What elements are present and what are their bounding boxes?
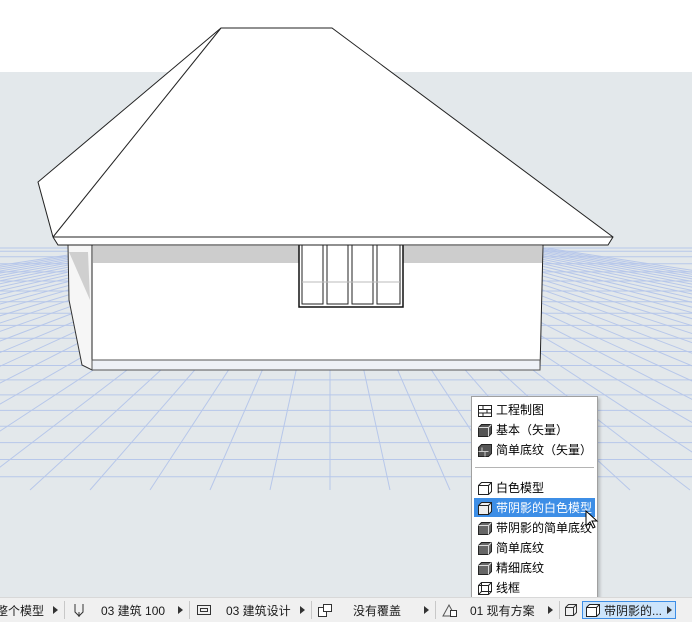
white-model-icon [477, 480, 493, 496]
menu-item-label: 简单底纹（矢量） [496, 443, 593, 457]
renovation-filter-selector[interactable]: 01 现有方案 [436, 598, 559, 622]
graphic-override-selector[interactable]: 没有覆盖 [312, 598, 435, 622]
simple-hatch-icon [477, 540, 493, 556]
3d-view-toggle[interactable] [560, 598, 582, 622]
drafting-brick-icon [477, 402, 493, 418]
layer-combination-icon [196, 602, 212, 618]
window [298, 243, 404, 308]
menu-item-white-model[interactable]: 白色模型 [474, 478, 595, 497]
graphic-override-label: 没有覆盖 [353, 603, 402, 618]
renovation-filter-label: 01 现有方案 [470, 603, 535, 618]
menu-item-shaded-white-model[interactable]: 带阴影的白色模型 [474, 498, 595, 517]
menu-separator [475, 467, 594, 468]
cube-outline-icon [563, 602, 579, 618]
scale-icon [71, 602, 87, 618]
status-bar: 整个模型 03 建筑 100 03 建筑设计 没有覆盖 01 现有方案 带阴影的… [0, 597, 692, 622]
model-filter-label: 整个模型 [0, 603, 45, 618]
simple-hatch-vector-icon [477, 442, 493, 458]
model-filter-selector[interactable]: 整个模型 [0, 598, 64, 622]
shaded-white-model-icon [585, 602, 601, 618]
menu-item-label: 简单底纹 [496, 541, 545, 555]
mouse-cursor-icon [585, 510, 599, 529]
shaded-white-model-icon [477, 500, 493, 516]
scale-selector[interactable]: 03 建筑 100 [65, 598, 189, 622]
menu-item-label: 工程制图 [496, 403, 545, 417]
model-view-style-label: 带阴影的... [604, 603, 663, 618]
menu-item-label: 精细底纹 [496, 561, 545, 575]
layer-combination-selector[interactable]: 03 建筑设计 [190, 598, 311, 622]
menu-item-wireframe[interactable]: 线框 [474, 578, 595, 597]
menu-item-basic-vector[interactable]: 基本（矢量） [474, 420, 595, 439]
scale-label: 03 建筑 100 [101, 603, 166, 618]
model-view-dropdown-menu: 工程制图 基本（矢量） 简单底纹（矢量） 白色模型 带阴影的白色模型 带阴影的简… [471, 396, 599, 599]
arrow-right-icon [53, 606, 58, 614]
model-view-style-selector[interactable]: 带阴影的... [582, 601, 676, 619]
arrow-right-icon [548, 606, 553, 614]
menu-item-label: 带阴影的白色模型 [496, 501, 593, 515]
arrow-right-icon [178, 606, 183, 614]
arrow-right-icon [300, 606, 305, 614]
layer-combination-label: 03 建筑设计 [226, 603, 291, 618]
menu-item-fine-hatch[interactable]: 精细底纹 [474, 558, 595, 577]
menu-item-simple-hatch[interactable]: 简单底纹 [474, 538, 595, 557]
menu-item-drafting[interactable]: 工程制图 [474, 400, 595, 419]
menu-item-label: 线框 [496, 581, 521, 595]
menu-item-simple-hatch-vector[interactable]: 简单底纹（矢量） [474, 440, 595, 459]
shaded-simple-hatch-icon [477, 520, 493, 536]
basic-solid-icon [477, 422, 493, 438]
menu-item-shaded-simple-hatch[interactable]: 带阴影的简单底纹 [474, 518, 595, 537]
menu-item-label: 基本（矢量） [496, 423, 569, 437]
menu-item-label: 白色模型 [496, 481, 545, 495]
graphic-override-icon [317, 602, 333, 618]
wireframe-icon [477, 580, 493, 596]
menu-item-label: 带阴影的简单底纹 [496, 521, 593, 535]
renovation-house-icon [442, 602, 458, 618]
arrow-right-icon [667, 606, 672, 614]
arrow-right-icon [424, 606, 429, 614]
fine-hatch-icon [477, 560, 493, 576]
